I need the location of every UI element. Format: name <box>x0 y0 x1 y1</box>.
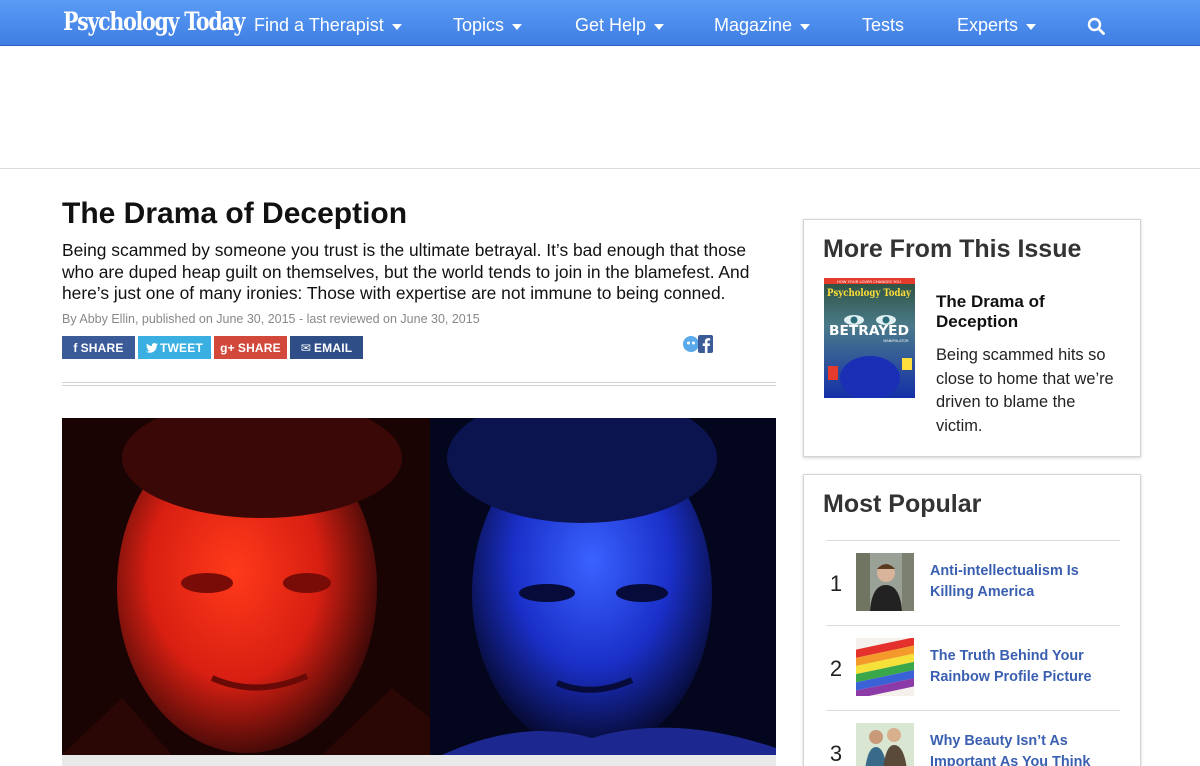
chevron-down-icon <box>654 23 665 30</box>
article-byline: By Abby Ellin, published on June 30, 201… <box>62 312 480 326</box>
article-title: The Drama of Deception <box>62 197 408 230</box>
chevron-down-icon <box>800 23 811 30</box>
popular-item-title: Why Beauty Isn’t As Important As You Thi… <box>930 733 1091 766</box>
facebook-messenger-icon[interactable] <box>682 334 714 354</box>
googleplus-share-button[interactable]: g+ SHARE <box>214 336 287 359</box>
search-icon[interactable] <box>1087 17 1105 35</box>
popular-rank: 3 <box>829 741 843 766</box>
section-divider <box>62 382 776 386</box>
popular-item-3[interactable]: 3 Why Beauty Isn’t As Important As You T… <box>826 710 1120 766</box>
nav-topics[interactable]: Topics <box>453 15 523 36</box>
popular-item-title: The Truth Behind Your Rainbow Profile Pi… <box>930 648 1092 685</box>
twitter-icon <box>146 342 158 353</box>
popular-item-thumbnail <box>856 553 914 611</box>
panel-heading: More From This Issue <box>823 235 1082 263</box>
top-navigation-bar: Psychology Today Find a Therapist Topics… <box>0 0 1200 46</box>
nav-get-help[interactable]: Get Help <box>575 15 665 36</box>
image-caption-bar <box>62 755 776 766</box>
facebook-share-button[interactable]: f SHARE <box>62 336 135 359</box>
nav-experts[interactable]: Experts <box>957 15 1037 36</box>
popular-item-2[interactable]: 2 The Truth Behind Your Rainbow Profile … <box>826 625 1120 710</box>
nav-magazine[interactable]: Magazine <box>714 15 811 36</box>
magazine-cover-image[interactable]: HOW YOUR LOVER CHANGES YOU Psychology To… <box>824 278 915 400</box>
more-from-this-issue-panel: More From This Issue HOW YOUR LOVER CHAN… <box>803 219 1141 457</box>
chevron-down-icon <box>1026 23 1037 30</box>
popular-item-title: Anti-intellectualism Is Killing America <box>930 563 1079 600</box>
nav-label: Tests <box>862 15 905 35</box>
popular-item-1[interactable]: 1 Anti-intellectualism Is Killing Americ… <box>826 540 1120 625</box>
popular-rank: 2 <box>829 656 843 681</box>
chevron-down-icon <box>512 23 523 30</box>
share-label: EMAIL <box>313 340 353 355</box>
google-plus-icon: g+ <box>220 340 235 355</box>
most-popular-panel: Most Popular 1 Anti-intellectualism Is K… <box>803 474 1141 766</box>
share-label: SHARE <box>80 340 124 355</box>
share-label: SHARE <box>237 340 281 355</box>
nav-label: Magazine <box>714 15 793 35</box>
nav-tests[interactable]: Tests <box>862 15 904 36</box>
nav-label: Experts <box>957 15 1019 35</box>
article-hero-image <box>62 418 776 755</box>
email-share-button[interactable]: ✉ EMAIL <box>290 336 363 359</box>
twitter-share-button[interactable]: TWEET <box>138 336 211 359</box>
nav-find-a-therapist[interactable]: Find a Therapist <box>254 15 402 36</box>
facebook-icon: f <box>73 340 78 355</box>
site-logo[interactable]: Psychology Today <box>63 7 245 36</box>
issue-article-description: Being scammed hits so close to home that… <box>936 346 1114 435</box>
advertisement-area <box>0 46 1200 169</box>
cover-subline: MANIPULATOR <box>883 339 909 343</box>
issue-article-title[interactable]: The Drama of Deception <box>936 292 1126 332</box>
envelope-icon: ✉ <box>300 340 311 355</box>
chevron-down-icon <box>391 23 402 30</box>
popular-rank: 1 <box>829 571 843 596</box>
article-dek: Being scammed by someone you trust is th… <box>62 240 750 303</box>
nav-label: Topics <box>453 15 505 35</box>
share-label: TWEET <box>160 340 203 355</box>
popular-item-thumbnail <box>856 723 914 766</box>
panel-heading: Most Popular <box>823 490 982 518</box>
nav-label: Find a Therapist <box>254 15 384 35</box>
popular-item-thumbnail <box>856 638 914 696</box>
cover-tagline: HOW YOUR LOVER CHANGES YOU <box>837 279 901 284</box>
nav-label: Get Help <box>575 15 647 35</box>
cover-headline: BETRAYED <box>829 324 909 339</box>
cover-masthead: Psychology Today <box>827 287 912 299</box>
